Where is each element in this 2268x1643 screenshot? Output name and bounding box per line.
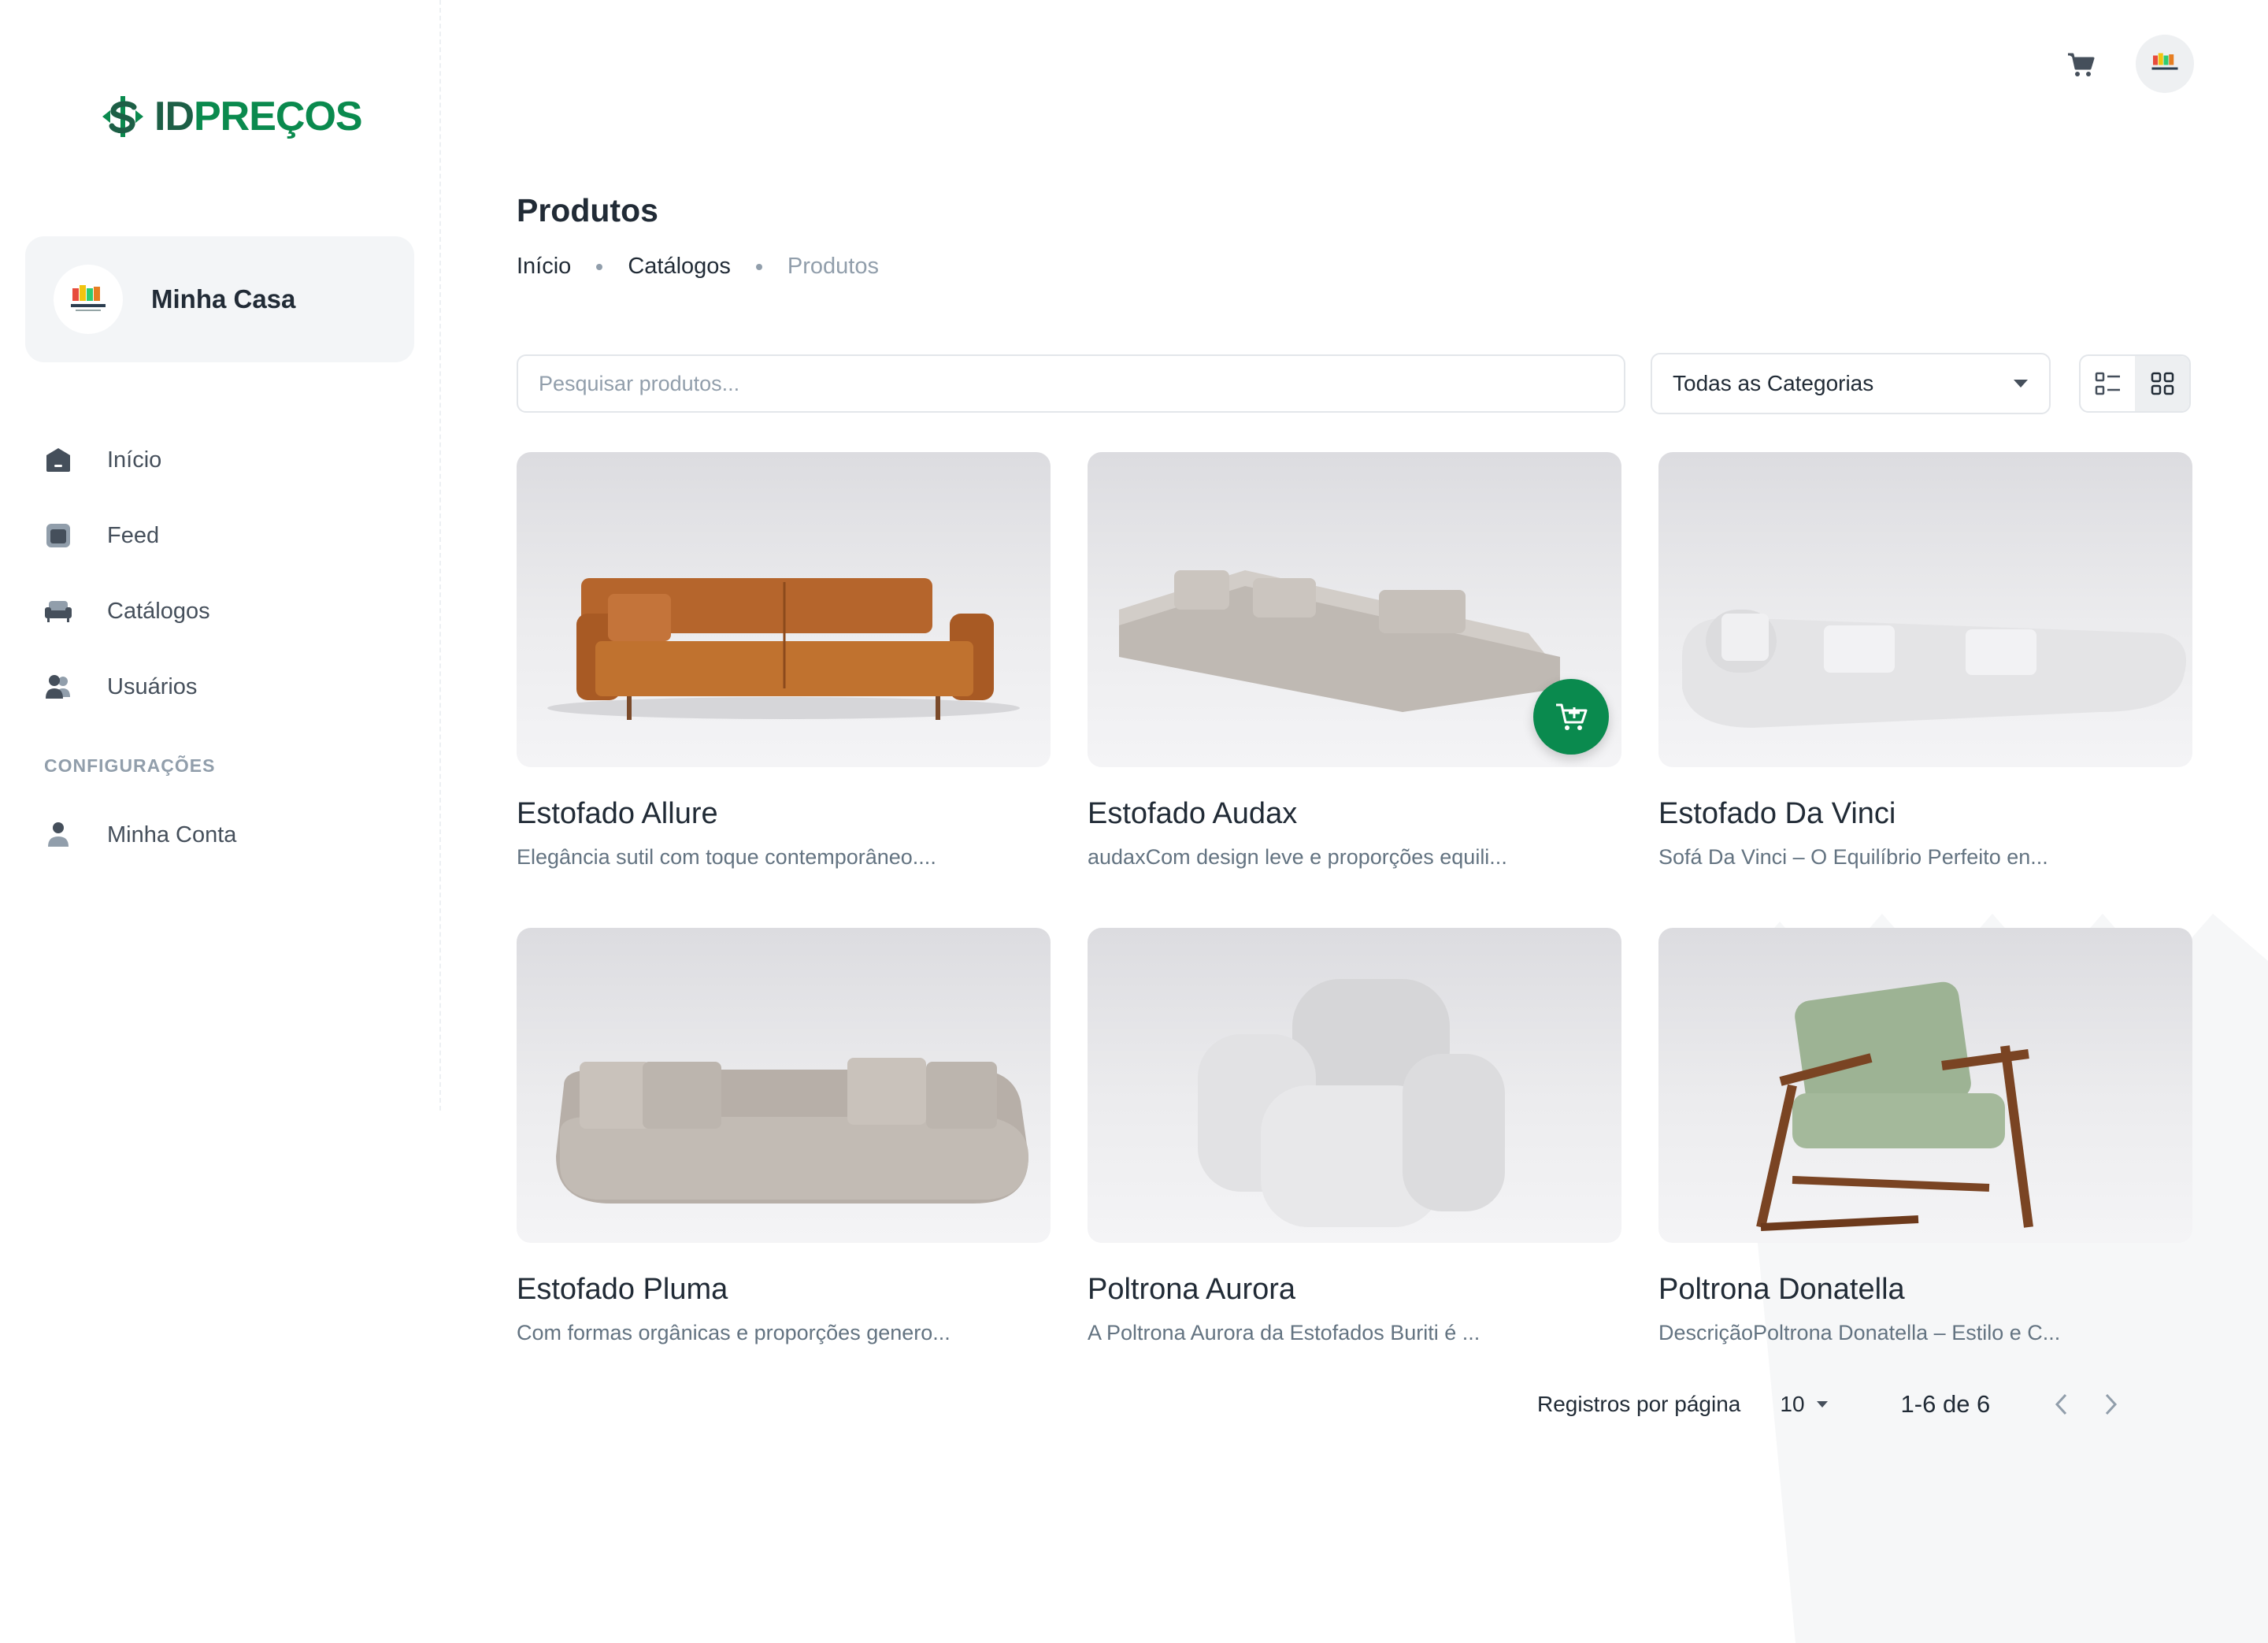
brand-logo[interactable]: IDPREÇOS	[99, 93, 363, 140]
product-card[interactable]: Estofado Allure Elegância sutil com toqu…	[517, 452, 1051, 870]
furniture-logo-icon	[2151, 53, 2178, 70]
product-card[interactable]: Estofado Pluma Com formas orgânicas e pr…	[517, 928, 1051, 1345]
breadcrumb-item-inicio[interactable]: Início	[517, 254, 571, 280]
breadcrumb-separator	[755, 263, 762, 270]
feed-icon	[44, 521, 72, 550]
list-view-button[interactable]	[2081, 356, 2135, 411]
product-card[interactable]: Estofado Audax audaxCom design leve e pr…	[1088, 452, 1621, 870]
account-avatar	[54, 265, 123, 334]
furniture-logo-icon	[71, 285, 106, 311]
cart-icon	[2068, 53, 2095, 76]
category-select[interactable]: Todas as Categorias	[1651, 353, 2051, 414]
product-image-wood-green-armchair[interactable]	[1658, 928, 2192, 1243]
sidebar-item-catalogos[interactable]: Catálogos	[44, 573, 414, 649]
sidebar-item-label: Usuários	[107, 673, 198, 699]
product-title[interactable]: Poltrona Donatella	[1658, 1273, 2192, 1307]
breadcrumb-item-catalogos[interactable]: Catálogos	[628, 254, 731, 280]
list-view-icon	[2095, 372, 2120, 395]
logo-text: IDPREÇOS	[154, 94, 363, 139]
sidebar-item-usuarios[interactable]: Usuários	[44, 649, 414, 725]
pagination: Registros por página 10 1-6 de 6	[1537, 1386, 2119, 1422]
product-image-white-armchair[interactable]	[1088, 928, 1621, 1243]
grid-view-button[interactable]	[2135, 356, 2189, 411]
account-name: Minha Casa	[151, 284, 296, 313]
view-toggle	[2079, 354, 2191, 413]
users-icon	[44, 673, 72, 701]
product-title[interactable]: Estofado Allure	[517, 797, 1051, 831]
product-description: Sofá Da Vinci – O Equilíbrio Perfeito en…	[1658, 845, 2048, 869]
sidebar-item-label: Feed	[107, 522, 160, 548]
product-description: Elegância sutil com toque contemporâneo.…	[517, 845, 936, 869]
sidebar-nav: Início Feed Catálogos Usuários CONFIGURA…	[44, 422, 414, 873]
home-icon	[44, 446, 72, 474]
product-image-white-curved-sofa[interactable]	[1658, 452, 2192, 767]
rows-per-page-label: Registros por página	[1537, 1392, 1741, 1416]
rows-per-page-value: 10	[1780, 1392, 1805, 1416]
sidebar-item-feed[interactable]: Feed	[44, 498, 414, 573]
cart-button[interactable]	[2063, 47, 2098, 82]
product-image-brown-leather-sofa[interactable]	[517, 452, 1051, 767]
caret-down-icon	[2014, 380, 2028, 388]
sidebar-item-label: Minha Conta	[107, 822, 237, 847]
product-description: DescriçãoPoltrona Donatella – Estilo e C…	[1658, 1321, 2061, 1344]
product-title[interactable]: Estofado Audax	[1088, 797, 1621, 831]
sidebar-section-settings: CONFIGURAÇÕES	[44, 755, 216, 776]
product-card[interactable]: Poltrona Donatella DescriçãoPoltrona Don…	[1658, 928, 2192, 1345]
breadcrumb: Início Catálogos Produtos	[517, 254, 879, 280]
cart-plus-icon	[1556, 703, 1588, 730]
product-card[interactable]: Estofado Da Vinci Sofá Da Vinci – O Equi…	[1658, 452, 2192, 870]
breadcrumb-item-produtos: Produtos	[787, 254, 879, 279]
logo-icon	[102, 96, 143, 137]
chevron-right-icon[interactable]	[2103, 1393, 2119, 1416]
sidebar: IDPREÇOS Minha Casa Início Feed Catálogo…	[0, 0, 441, 1111]
pagination-range: 1-6 de 6	[1900, 1390, 1991, 1418]
chevron-left-icon[interactable]	[2053, 1393, 2069, 1416]
product-card[interactable]: Poltrona Aurora A Poltrona Aurora da Est…	[1088, 928, 1621, 1345]
product-title[interactable]: Estofado Da Vinci	[1658, 797, 2192, 831]
add-to-cart-button[interactable]	[1533, 679, 1609, 755]
account-switcher[interactable]: Minha Casa	[25, 236, 414, 362]
product-image-taupe-curved-sofa[interactable]	[517, 928, 1051, 1243]
product-title[interactable]: Estofado Pluma	[517, 1273, 1051, 1307]
sidebar-item-label: Início	[107, 447, 162, 473]
sidebar-item-minha-conta[interactable]: Minha Conta	[44, 797, 414, 873]
product-description: audaxCom design leve e proporções equili…	[1088, 845, 1507, 869]
user-icon	[44, 821, 72, 849]
sofa-icon	[44, 597, 72, 625]
grid-view-icon	[2151, 372, 2174, 395]
product-image-gray-sectional-sofa[interactable]	[1088, 452, 1621, 767]
breadcrumb-separator	[596, 263, 603, 270]
product-title[interactable]: Poltrona Aurora	[1088, 1273, 1621, 1307]
page-title: Produtos	[517, 192, 658, 228]
search-input[interactable]	[517, 354, 1625, 413]
sidebar-item-label: Catálogos	[107, 598, 210, 624]
caret-down-icon	[1816, 1401, 1828, 1407]
rows-per-page-select[interactable]: 10	[1780, 1392, 1828, 1417]
page-nav	[2053, 1393, 2119, 1416]
product-description: A Poltrona Aurora da Estofados Buriti é …	[1088, 1321, 1480, 1344]
user-avatar[interactable]	[2136, 35, 2194, 93]
product-description: Com formas orgânicas e proporções genero…	[517, 1321, 951, 1344]
sidebar-item-inicio[interactable]: Início	[44, 422, 414, 498]
category-select-value: Todas as Categorias	[1673, 371, 1874, 395]
